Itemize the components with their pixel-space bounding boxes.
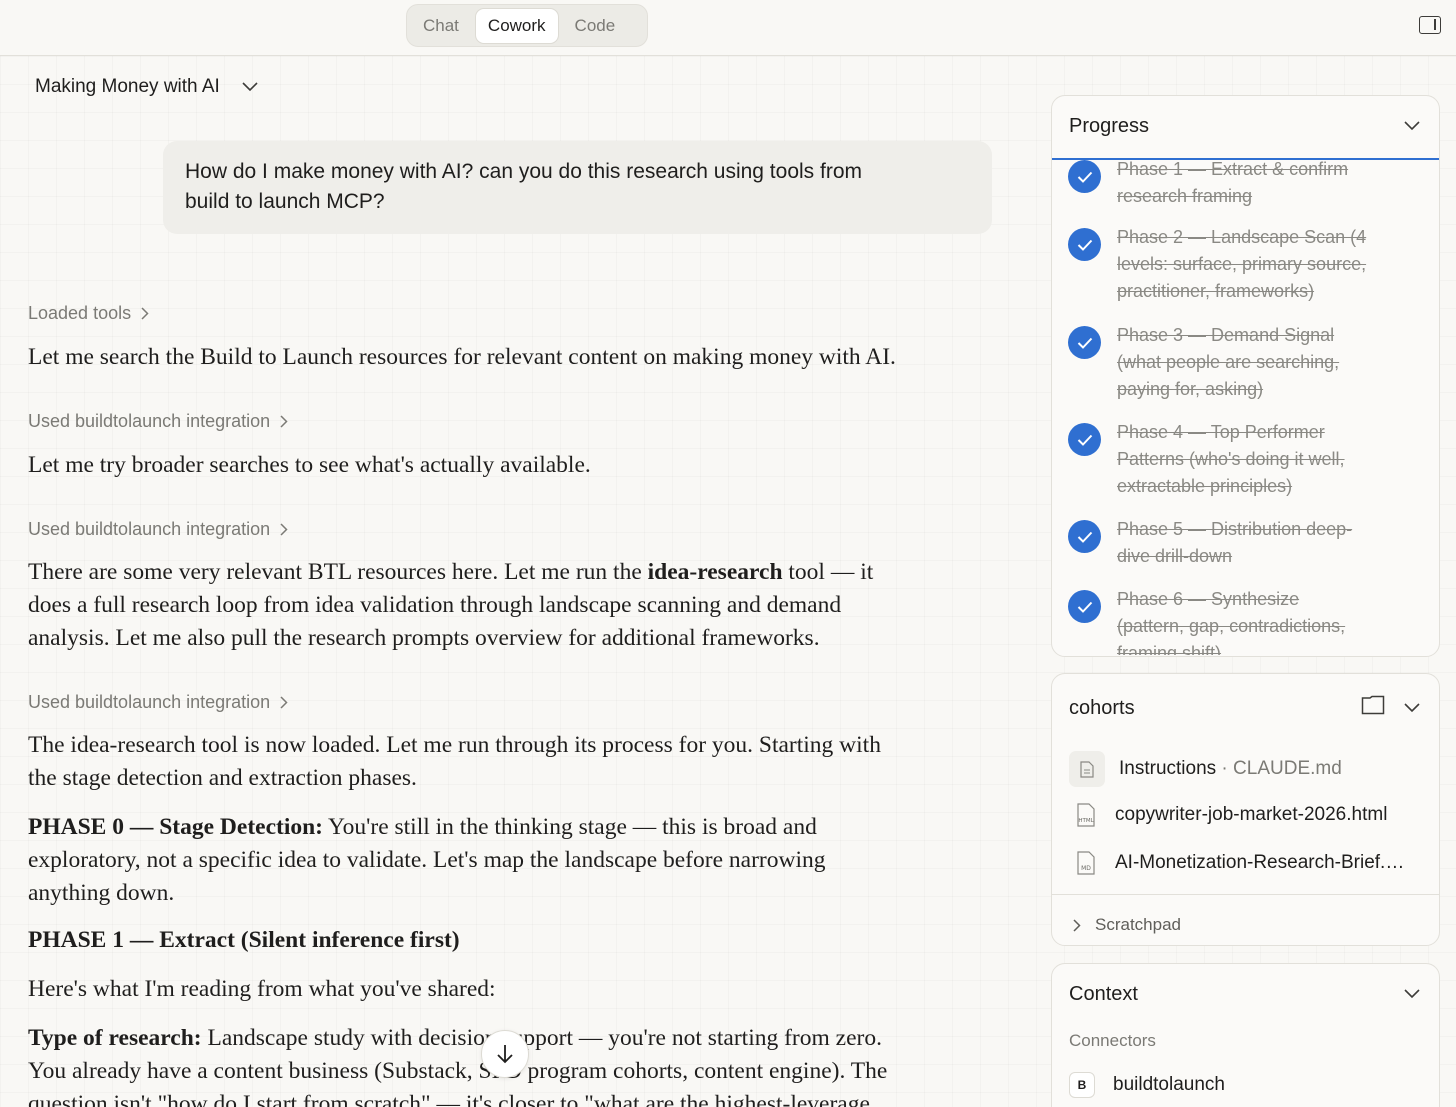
check-circle-icon <box>1068 423 1101 456</box>
assistant-text: analysis. Let me also pull the research … <box>28 625 820 651</box>
context-title: Context <box>1069 983 1138 1005</box>
connectors-label: Connectors <box>1069 1031 1156 1050</box>
connector-name: buildtolaunch <box>1113 1074 1225 1095</box>
svg-text:MD: MD <box>1081 865 1091 872</box>
tool-line-label: Loaded tools <box>28 303 132 323</box>
project-title: Making Money with AI <box>35 76 220 97</box>
tab-chat[interactable]: Chat <box>411 8 471 44</box>
check-circle-icon <box>1068 160 1101 193</box>
chevron-right-icon <box>280 415 288 428</box>
cohorts-title: cohorts <box>1069 697 1135 719</box>
doc-icon <box>1069 751 1105 787</box>
chevron-down-icon[interactable] <box>1404 703 1420 713</box>
svg-text:HTML: HTML <box>1078 818 1094 824</box>
assistant-text: Landscape study with decision support — … <box>201 1025 882 1051</box>
assistant-text: the stage detection and extraction phase… <box>28 765 417 791</box>
progress-item-text: Phase 1 — Extract & confirm research fram… <box>1117 159 1349 206</box>
progress-card: Progress Phase 1 — Extract & confirm rese… <box>1051 95 1440 657</box>
user-message-line: How do I make money with AI? can you do … <box>185 160 862 183</box>
html-file-icon: HTML <box>1069 797 1103 833</box>
assistant-text: Let me try broader searches to see what'… <box>28 452 591 478</box>
folder-icon[interactable] <box>1361 695 1385 715</box>
assistant-text: The idea-research tool is now loaded. Le… <box>28 732 881 758</box>
phase1-heading-text: PHASE 1 — Extract (Silent inference firs… <box>28 927 460 953</box>
cohorts-card: cohorts Instructions · CLAUDE.md HTML co… <box>1051 673 1440 946</box>
progress-item-text: Phase 2 — Landscape Scan (4 levels: surfa… <box>1117 227 1367 301</box>
user-message: How do I make money with AI? can you do … <box>163 141 992 234</box>
user-message-line: build to launch MCP? <box>185 190 385 213</box>
assistant-message: Let me search the Build to Launch resour… <box>28 341 958 374</box>
tool-line-label: Used buildtolaunch integration <box>28 519 271 539</box>
assistant-text: There are some very relevant BTL resourc… <box>28 559 648 585</box>
phase0-heading: PHASE 0 — Stage Detection: <box>28 814 324 840</box>
scratchpad-toggle[interactable]: Scratchpad <box>1073 915 1181 935</box>
assistant-text: Here's what I'm reading from what you've… <box>28 976 496 1002</box>
arrow-down-icon <box>497 1045 513 1064</box>
assistant-text: question isn't "how do I start from scra… <box>28 1091 870 1107</box>
tool-line-label: Used buildtolaunch integration <box>28 692 271 712</box>
project-title-dropdown[interactable]: Making Money with AI <box>35 76 258 98</box>
phase0-paragraph: PHASE 0 — Stage Detection: You're still … <box>28 811 958 910</box>
scroll-to-bottom-button[interactable] <box>481 1030 529 1078</box>
chevron-down-icon[interactable] <box>1404 989 1420 999</box>
phase1-heading: PHASE 1 — Extract (Silent inference firs… <box>28 924 958 957</box>
tab-code[interactable]: Code <box>563 8 628 44</box>
progress-item-text: Phase 6 — Synthesize (pattern, gap, contr… <box>1117 589 1346 655</box>
assistant-text: tool — it <box>782 559 874 585</box>
connector-logo-icon: B <box>1069 1072 1095 1098</box>
top-bar: Chat Cowork Code <box>0 0 1456 56</box>
check-circle-icon <box>1068 520 1101 553</box>
chevron-down-icon[interactable] <box>1404 121 1420 131</box>
file-item-html[interactable]: HTML copywriter-job-market-2026.html <box>1069 797 1387 833</box>
used-integration-toggle[interactable]: Used buildtolaunch integration <box>28 519 288 540</box>
scratchpad-label: Scratchpad <box>1095 915 1181 934</box>
chevron-right-icon <box>141 307 149 320</box>
used-integration-toggle[interactable]: Used buildtolaunch integration <box>28 411 288 432</box>
assistant-message: Let me try broader searches to see what'… <box>28 449 958 482</box>
divider <box>1052 894 1439 895</box>
file-name: Instructions <box>1119 758 1217 779</box>
tool-name-bold: idea-research <box>647 559 783 585</box>
assistant-text: does a full research loop from idea vali… <box>28 592 842 618</box>
tab-cowork[interactable]: Cowork <box>474 7 559 44</box>
file-name: AI-Monetization-Research-Brief.… <box>1115 852 1405 873</box>
context-card: Context Connectors B buildtolaunch <box>1051 963 1440 1107</box>
chevron-right-icon <box>280 523 288 536</box>
assistant-message: Here's what I'm reading from what you've… <box>28 973 958 1006</box>
type-of-research-label: Type of research: <box>28 1025 202 1051</box>
progress-item-text: Phase 3 — Demand Signal (what people are … <box>1117 325 1340 399</box>
mode-switcher: Chat Cowork Code <box>406 4 648 47</box>
assistant-text: Let me search the Build to Launch resour… <box>28 344 896 370</box>
progress-item-text: Phase 4 — Top Performer Patterns (who's d… <box>1117 422 1345 496</box>
used-integration-toggle[interactable]: Used buildtolaunch integration <box>28 692 288 713</box>
check-circle-icon <box>1068 228 1101 261</box>
md-file-icon: MD <box>1069 845 1103 881</box>
progress-list: Phase 1 — Extract & confirm research fram… <box>1052 158 1439 655</box>
progress-item-text: Phase 5 — Distribution deep-dive drill-d… <box>1117 519 1353 566</box>
chevron-right-icon <box>1073 918 1081 932</box>
chevron-right-icon <box>280 696 288 709</box>
loaded-tools-toggle[interactable]: Loaded tools <box>28 303 149 324</box>
assistant-text: exploratory, not a specific idea to vali… <box>28 847 826 873</box>
file-item-instructions[interactable]: Instructions · CLAUDE.md <box>1069 751 1342 787</box>
chevron-down-icon <box>242 82 258 92</box>
connector-item-buildtolaunch[interactable]: B buildtolaunch <box>1069 1072 1225 1098</box>
file-item-md[interactable]: MD AI-Monetization-Research-Brief.… <box>1069 845 1404 881</box>
tool-line-label: Used buildtolaunch integration <box>28 411 271 431</box>
sidebar-toggle-icon[interactable] <box>1419 16 1441 34</box>
assistant-message: The idea-research tool is now loaded. Le… <box>28 729 958 795</box>
file-detail: CLAUDE.md <box>1233 758 1342 779</box>
check-circle-icon <box>1068 590 1101 623</box>
assistant-message: There are some very relevant BTL resourc… <box>28 556 958 655</box>
separator: · <box>1216 758 1234 779</box>
check-circle-icon <box>1068 326 1101 359</box>
file-name: copywriter-job-market-2026.html <box>1115 804 1388 825</box>
progress-title: Progress <box>1069 115 1150 137</box>
assistant-text: anything down. <box>28 880 175 906</box>
assistant-text: You're still in the thinking stage — thi… <box>323 814 817 840</box>
